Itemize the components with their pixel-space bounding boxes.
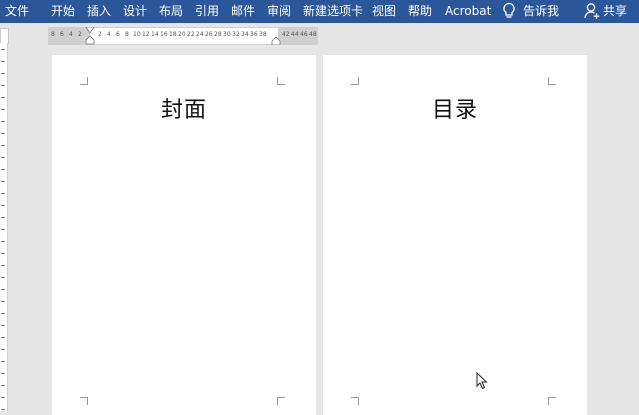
- tab-insert[interactable]: 插入: [87, 0, 111, 23]
- crop-mark: [351, 77, 359, 85]
- ruler-tick: 2: [78, 31, 82, 38]
- vertical-ruler-tick: [1, 169, 5, 170]
- lightbulb-icon[interactable]: [502, 2, 516, 24]
- crop-mark: [80, 77, 88, 85]
- vertical-ruler-tick: [1, 217, 5, 218]
- crop-mark: [351, 397, 359, 405]
- right-indent-marker-icon[interactable]: [271, 37, 281, 45]
- contents-heading[interactable]: 目录: [323, 92, 587, 124]
- vertical-ruler-tick: [1, 61, 5, 62]
- tab-mailings[interactable]: 邮件: [231, 0, 255, 23]
- ruler-tick: 8: [125, 31, 129, 38]
- ruler-tick: 6: [60, 31, 64, 38]
- ruler-tick: 2: [98, 31, 102, 38]
- vertical-ruler-tick: [1, 361, 5, 362]
- vertical-ruler[interactable]: [0, 43, 8, 411]
- ruler-tick: 26: [205, 31, 213, 38]
- cover-heading[interactable]: 封面: [52, 92, 316, 124]
- tab-review[interactable]: 审阅: [267, 0, 291, 23]
- vertical-ruler-tick: [1, 73, 5, 74]
- vertical-ruler-tick: [1, 289, 5, 290]
- ribbon-tab-bar: 文件 开始 插入 设计 布局 引用 邮件 审阅 新建选项卡 视图 帮助 Acro…: [0, 0, 639, 23]
- crop-mark: [80, 397, 88, 405]
- ruler-tick: 24: [196, 31, 204, 38]
- ruler-tick: 38: [259, 31, 267, 38]
- ruler-tick: 18: [169, 31, 177, 38]
- vertical-ruler-tick: [1, 337, 5, 338]
- ruler-tick: 20: [178, 31, 186, 38]
- tab-layout[interactable]: 布局: [159, 0, 183, 23]
- vertical-ruler-tick: [1, 49, 5, 50]
- indent-marker-icon[interactable]: [85, 27, 95, 45]
- vertical-ruler-tick: [1, 181, 5, 182]
- ruler-tick: 16: [160, 31, 168, 38]
- ruler-tick: 30: [223, 31, 231, 38]
- horizontal-ruler[interactable]: 8 6 4 2 2 4 6 8 10 12 14 16 18 20 22 24 …: [48, 27, 318, 45]
- tab-design[interactable]: 设计: [123, 0, 147, 23]
- vertical-ruler-tick: [1, 313, 5, 314]
- tab-help[interactable]: 帮助: [408, 0, 432, 23]
- tell-me-box[interactable]: 告诉我: [523, 0, 559, 23]
- crop-mark: [277, 77, 285, 85]
- ruler-tick: 4: [107, 31, 111, 38]
- ruler-tick: 14: [151, 31, 159, 38]
- ruler-tick: 36: [250, 31, 258, 38]
- share-button[interactable]: 共享: [603, 0, 627, 23]
- tab-home[interactable]: 开始: [51, 0, 75, 23]
- ruler-tick: 12: [142, 31, 150, 38]
- tab-acrobat[interactable]: Acrobat: [445, 0, 491, 23]
- vertical-ruler-tick: [1, 193, 5, 194]
- vertical-ruler-tick: [1, 265, 5, 266]
- vertical-ruler-tick: [1, 133, 5, 134]
- crop-mark: [548, 397, 556, 405]
- tab-view[interactable]: 视图: [372, 0, 396, 23]
- vertical-ruler-tick: [1, 157, 5, 158]
- tab-references[interactable]: 引用: [195, 0, 219, 23]
- ruler-tick: 22: [187, 31, 195, 38]
- ruler-tick: 42: [282, 31, 290, 38]
- tab-new-tab[interactable]: 新建选项卡: [303, 0, 363, 23]
- crop-mark: [277, 397, 285, 405]
- vertical-ruler-tick: [1, 229, 5, 230]
- ruler-tick: 10: [133, 31, 141, 38]
- vertical-ruler-tick: [1, 397, 5, 398]
- ruler-tick: 4: [69, 31, 73, 38]
- vertical-ruler-tick: [1, 325, 5, 326]
- ruler-tick: 28: [214, 31, 222, 38]
- vertical-ruler-tick: [1, 205, 5, 206]
- vertical-ruler-tick: [1, 97, 5, 98]
- ruler-tab-selector[interactable]: [0, 28, 9, 44]
- ruler-tick: 48: [309, 31, 317, 38]
- vertical-ruler-tick: [1, 145, 5, 146]
- ruler-tick: 6: [116, 31, 120, 38]
- ruler-tick: 32: [232, 31, 240, 38]
- vertical-ruler-tick: [1, 385, 5, 386]
- tab-file[interactable]: 文件: [5, 0, 29, 23]
- vertical-ruler-tick: [1, 277, 5, 278]
- vertical-ruler-tick: [1, 109, 5, 110]
- page-cover[interactable]: 封面: [52, 55, 316, 415]
- vertical-ruler-tick: [1, 373, 5, 374]
- ruler-tick: 44: [291, 31, 299, 38]
- mouse-cursor-icon: [476, 372, 488, 390]
- vertical-ruler-tick: [1, 253, 5, 254]
- crop-mark: [548, 77, 556, 85]
- ruler-tick: 46: [300, 31, 308, 38]
- ruler-tick: 8: [51, 31, 55, 38]
- vertical-ruler-tick: [1, 121, 5, 122]
- page-contents[interactable]: 目录: [323, 55, 587, 415]
- vertical-ruler-tick: [1, 241, 5, 242]
- vertical-ruler-tick: [1, 85, 5, 86]
- vertical-ruler-tick: [1, 301, 5, 302]
- ruler-tick: 34: [241, 31, 249, 38]
- vertical-ruler-tick: [1, 409, 5, 410]
- share-person-icon[interactable]: [584, 2, 600, 24]
- vertical-ruler-tick: [1, 349, 5, 350]
